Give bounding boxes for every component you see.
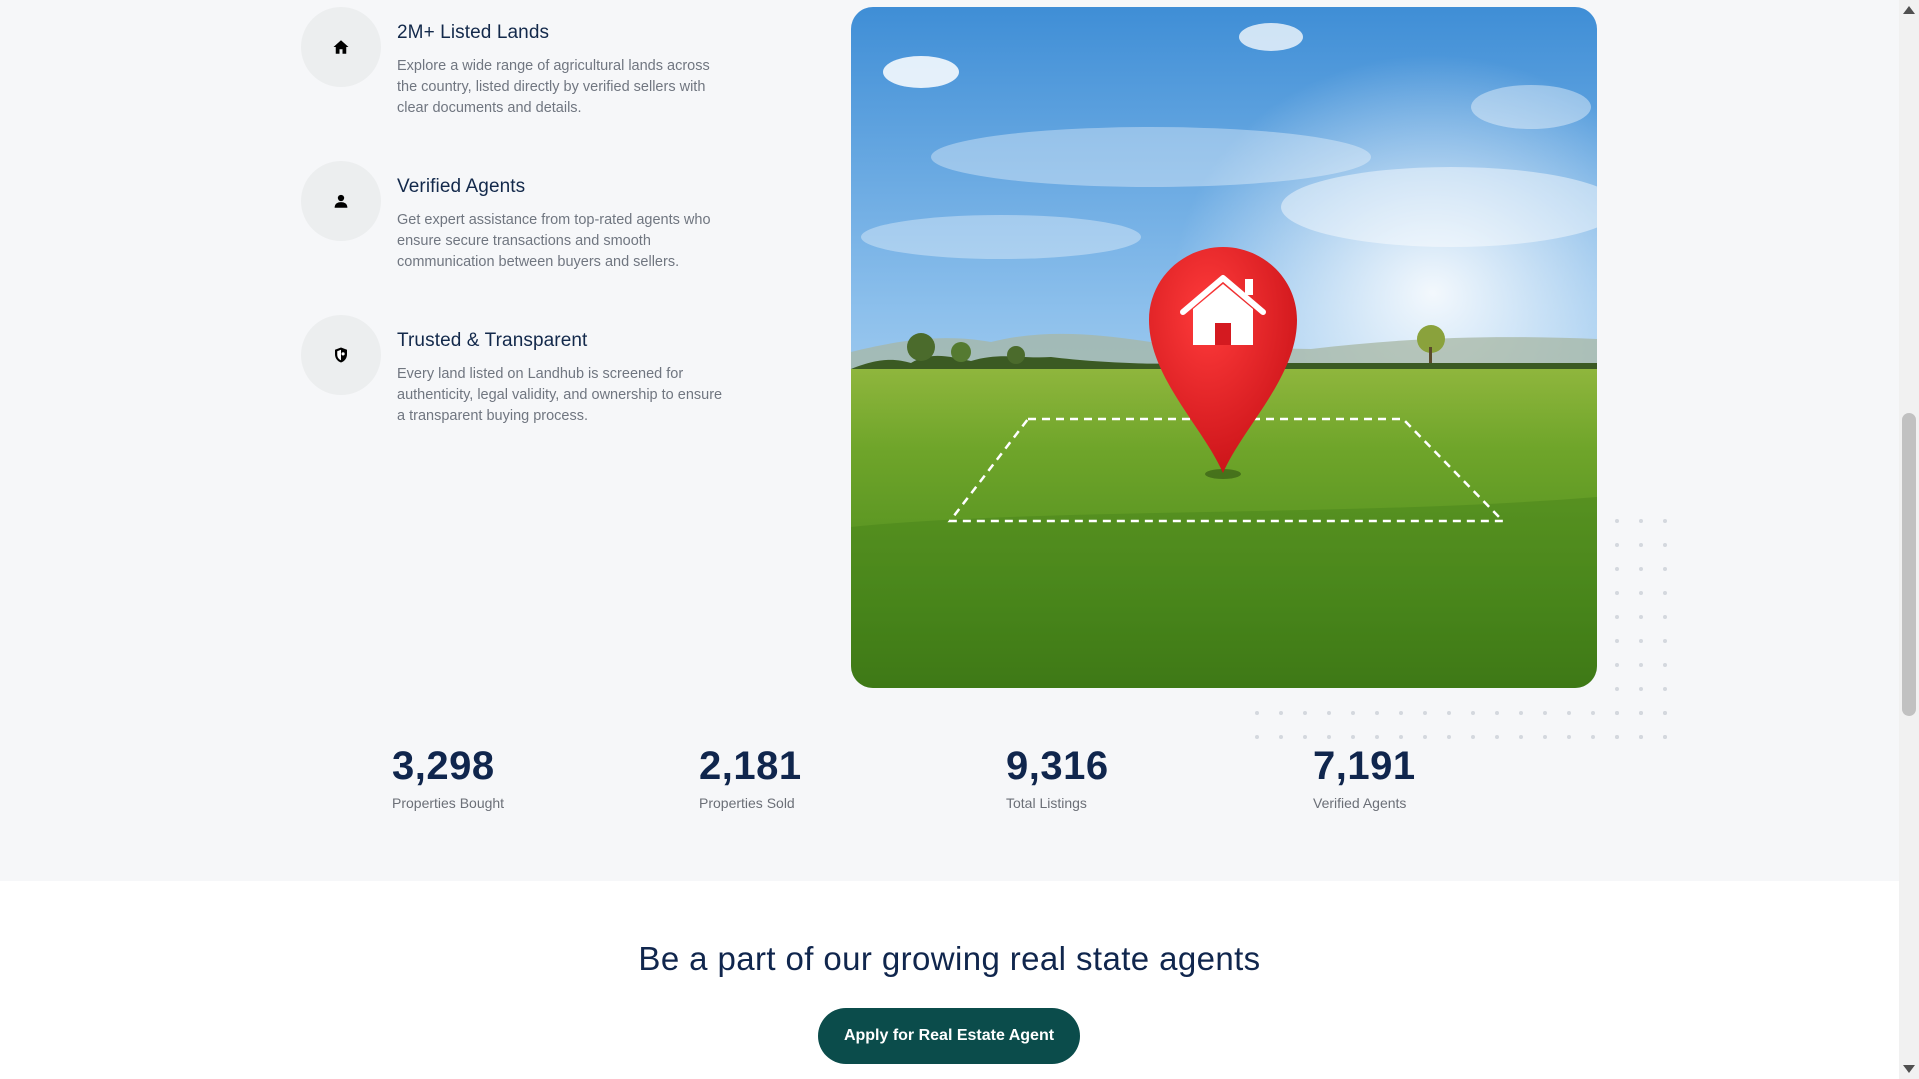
scroll-up-arrow-icon[interactable] (1903, 6, 1915, 14)
person-icon (334, 194, 348, 208)
scrollbar-thumb[interactable] (1902, 413, 1916, 716)
feature-title: 2M+ Listed Lands (397, 22, 550, 43)
stat-value: 2,181 (699, 744, 802, 788)
apply-agent-button[interactable]: Apply for Real Estate Agent (818, 1008, 1080, 1064)
feature-listed-lands: 2M+ Listed Lands Explore a wide range of… (301, 7, 761, 147)
feature-icon-circle (301, 161, 381, 241)
stat-value: 9,316 (1006, 744, 1109, 788)
stat-value: 7,191 (1313, 744, 1416, 788)
stat-label: Total Listings (1006, 795, 1087, 811)
feature-icon-circle (301, 7, 381, 87)
feature-icon-circle (301, 315, 381, 395)
decorative-dots (1255, 519, 1667, 739)
home-icon (333, 40, 349, 54)
feature-title: Trusted & Transparent (397, 330, 588, 351)
about-section: 2M+ Listed Lands Explore a wide range of… (0, 0, 1899, 881)
stat-label: Properties Sold (699, 795, 795, 811)
page-viewport: 2M+ Listed Lands Explore a wide range of… (0, 0, 1899, 1079)
stat-label: Verified Agents (1313, 795, 1407, 811)
shield-icon (335, 347, 347, 363)
stat-verified-agents: 7,191 Verified Agents (1313, 740, 1573, 811)
feature-title: Verified Agents (397, 176, 526, 197)
vertical-scrollbar[interactable] (1899, 0, 1919, 1079)
feature-trusted-transparent: Trusted & Transparent Every land listed … (301, 315, 761, 455)
scroll-down-arrow-icon[interactable] (1903, 1065, 1915, 1073)
feature-verified-agents: Verified Agents Get expert assistance fr… (301, 161, 761, 301)
stat-label: Properties Bought (392, 795, 505, 811)
feature-description: Get expert assistance from top-rated age… (397, 212, 711, 270)
stat-properties-bought: 3,298 Properties Bought (392, 740, 652, 811)
stat-properties-sold: 2,181 Properties Sold (699, 740, 959, 811)
cta-heading: Be a part of our growing real state agen… (638, 940, 1261, 977)
feature-description: Explore a wide range of agricultural lan… (397, 58, 710, 116)
stat-total-listings: 9,316 Total Listings (1006, 740, 1266, 811)
stat-value: 3,298 (392, 744, 495, 788)
feature-description: Every land listed on Landhub is screened… (397, 366, 723, 424)
